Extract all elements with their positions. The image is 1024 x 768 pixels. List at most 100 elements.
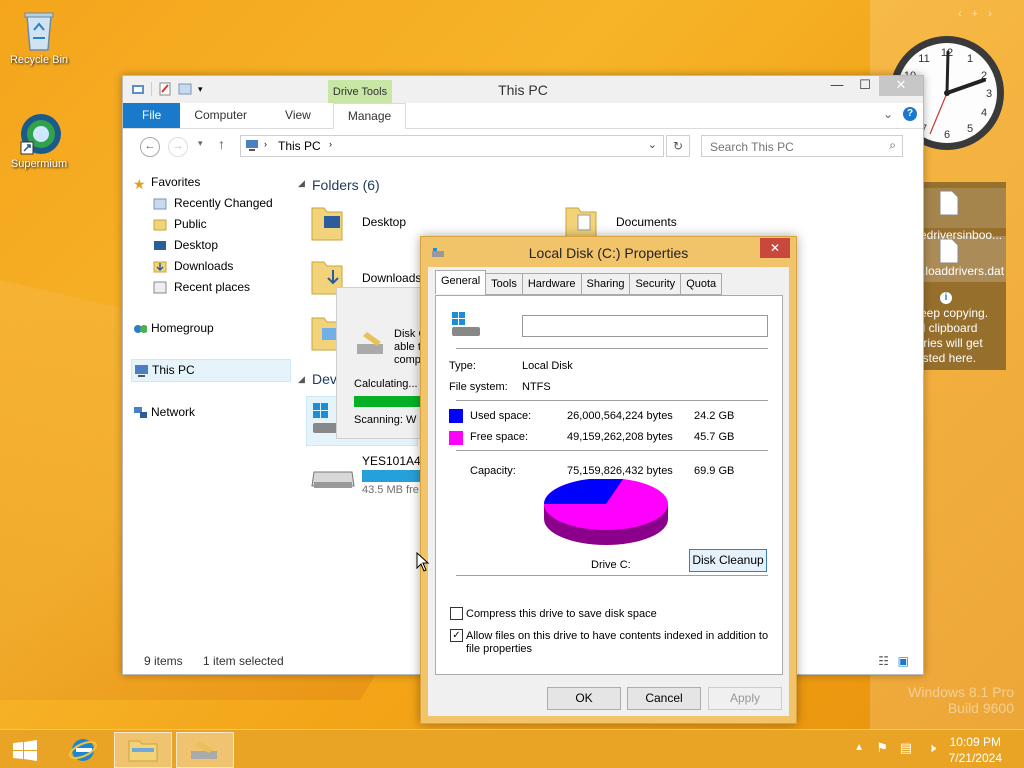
network-icon[interactable]: ▤ (900, 740, 912, 756)
progress-dialog[interactable]: Disk C able t comp Calculating... Scanni… (336, 287, 428, 439)
close-button[interactable]: ✕ (879, 76, 923, 96)
desktop-icon-supermium[interactable]: Supermium (4, 112, 74, 170)
cancel-button[interactable]: Cancel (627, 687, 701, 710)
clipboard-entry[interactable]: edriversinboo... (920, 188, 1006, 242)
desktop-icon (154, 241, 166, 250)
tab-security[interactable]: Security (629, 273, 682, 295)
taskbar: ▲ ⚑ ▤ 🕨 10:09 PM 7/21/2024 (0, 729, 1024, 768)
usb-drive-icon[interactable] (310, 464, 356, 494)
computer-icon (135, 365, 148, 377)
navigation-pane: ★ Favorites Recently Changed Public Desk… (131, 172, 291, 423)
nav-network[interactable]: Network (131, 402, 291, 423)
desktop-icon-recycle-bin[interactable]: Recycle Bin (4, 8, 74, 66)
search-box[interactable]: ⌕ (701, 135, 903, 157)
compress-label[interactable]: Compress this drive to save disk space (466, 608, 657, 620)
mouse-cursor-icon (416, 552, 430, 572)
ok-button[interactable]: OK (547, 687, 621, 710)
taskbar-file-explorer[interactable] (114, 732, 172, 768)
compress-checkbox[interactable] (450, 607, 463, 620)
large-icons-view-icon[interactable]: ▣ (898, 654, 909, 668)
flag-icon[interactable]: ⚑ (876, 740, 888, 756)
disk-cleanup-button[interactable]: Disk Cleanup (689, 549, 767, 572)
tab-view[interactable]: View (271, 103, 325, 128)
windows-logo-icon (13, 740, 37, 761)
up-arrow-icon[interactable]: ↑ (218, 136, 225, 152)
close-button[interactable]: ✕ (760, 238, 790, 258)
scanning-text: Scanning: W (354, 414, 417, 426)
disk-usage-pie-chart (544, 479, 668, 545)
folders-group-header[interactable]: Folders (6) (312, 177, 380, 193)
apply-button[interactable]: Apply (708, 687, 782, 710)
svg-text:4: 4 (981, 107, 987, 119)
tab-computer[interactable]: Computer (180, 103, 261, 128)
nav-item-downloads[interactable]: Downloads (131, 256, 291, 277)
tab-manage[interactable]: Manage (332, 102, 407, 129)
start-button[interactable] (0, 732, 48, 766)
nav-item-public[interactable]: Public (131, 214, 291, 235)
svg-text:1: 1 (967, 53, 973, 65)
back-button[interactable]: ← (140, 137, 160, 157)
collapse-arrow-icon[interactable]: ◢ (298, 374, 305, 385)
free-space-bytes: 49,159,262,208 bytes (567, 431, 673, 443)
folder-icon[interactable] (310, 202, 344, 242)
type-label: Type: (449, 360, 476, 372)
nav-favorites[interactable]: ★ Favorites (131, 172, 291, 193)
volume-muted-icon[interactable]: 🕨 (928, 740, 936, 756)
folder-label[interactable]: Documents (616, 215, 677, 229)
clipboard-entry[interactable]: .loaddrivers.dat (920, 236, 1006, 282)
refresh-button[interactable]: ↻ (666, 135, 690, 157)
properties-dialog[interactable]: Local Disk (C:) Properties ✕ General Too… (420, 236, 797, 724)
nav-item-recent-places[interactable]: Recent places (131, 277, 291, 298)
tab-file[interactable]: File (123, 103, 181, 128)
folder-label[interactable]: Desktop (362, 215, 406, 229)
info-icon: i (940, 292, 952, 304)
tab-sharing[interactable]: Sharing (580, 273, 631, 295)
index-checkbox[interactable]: ✓ (450, 629, 463, 642)
minimize-button[interactable]: — (823, 76, 851, 96)
item-count: 9 items (144, 654, 183, 668)
taskbar-clock[interactable]: 10:09 PM 7/21/2024 (949, 734, 1002, 766)
breadcrumb[interactable]: This PC (278, 139, 321, 153)
address-bar[interactable]: › This PC › ⌄ (240, 135, 664, 157)
properties-titlebar[interactable]: Local Disk (C:) Properties ✕ (421, 237, 796, 267)
address-dropdown-icon[interactable]: ⌄ (648, 138, 657, 151)
taskbar-disk-cleanup[interactable] (176, 732, 234, 768)
chevron-down-icon[interactable]: ⌄ (883, 107, 893, 121)
folder-icon (153, 219, 167, 231)
nav-label: Downloads (174, 259, 234, 273)
search-icon[interactable]: ⌕ (889, 138, 896, 153)
nav-label: Public (174, 217, 207, 231)
drive-name-input[interactable] (522, 315, 768, 337)
nav-item-desktop[interactable]: Desktop (131, 235, 291, 256)
recent-locations-icon[interactable]: ▾ (198, 138, 203, 149)
collapse-arrow-icon[interactable]: ◢ (298, 178, 305, 189)
explorer-titlebar[interactable]: ▾ Drive Tools This PC — ☐ ✕ (123, 76, 923, 104)
breadcrumb-chevron-icon[interactable]: › (329, 139, 332, 149)
taskbar-internet-explorer[interactable] (56, 732, 112, 766)
nav-this-pc[interactable]: This PC (131, 359, 291, 382)
folder-label[interactable]: Downloads (362, 271, 421, 285)
clipboard-gadget[interactable]: edriversinboo... .loaddrivers.dat i eep … (920, 182, 1006, 370)
nav-homegroup[interactable]: Homegroup (131, 318, 291, 339)
index-label[interactable]: Allow files on this drive to have conten… (466, 630, 768, 656)
devices-group-header[interactable]: Dev (312, 371, 337, 387)
show-hidden-icons-button[interactable]: ▲ (854, 742, 864, 753)
nav-label: Homegroup (151, 321, 214, 335)
clipboard-note-line: isted here. (920, 351, 977, 365)
tab-tools[interactable]: Tools (485, 273, 523, 295)
breadcrumb-chevron-icon[interactable]: › (264, 139, 267, 149)
svg-text:5: 5 (967, 123, 973, 135)
search-input[interactable] (708, 139, 872, 155)
gadget-controls[interactable]: ‹+› (958, 8, 1002, 20)
details-view-icon[interactable]: ☷ (878, 654, 889, 668)
drive-name[interactable]: YES101A4 ( (362, 454, 428, 468)
tab-quota[interactable]: Quota (680, 273, 723, 295)
tab-hardware[interactable]: Hardware (521, 273, 582, 295)
maximize-button[interactable]: ☐ (851, 76, 879, 96)
nav-item-recently-changed[interactable]: Recently Changed (131, 193, 291, 214)
clipboard-note-line: ll clipboard (920, 321, 978, 335)
tab-general[interactable]: General (435, 270, 487, 294)
recent-places-icon (153, 281, 167, 294)
help-icon[interactable]: ? (903, 107, 917, 121)
forward-button[interactable]: → (168, 137, 188, 157)
